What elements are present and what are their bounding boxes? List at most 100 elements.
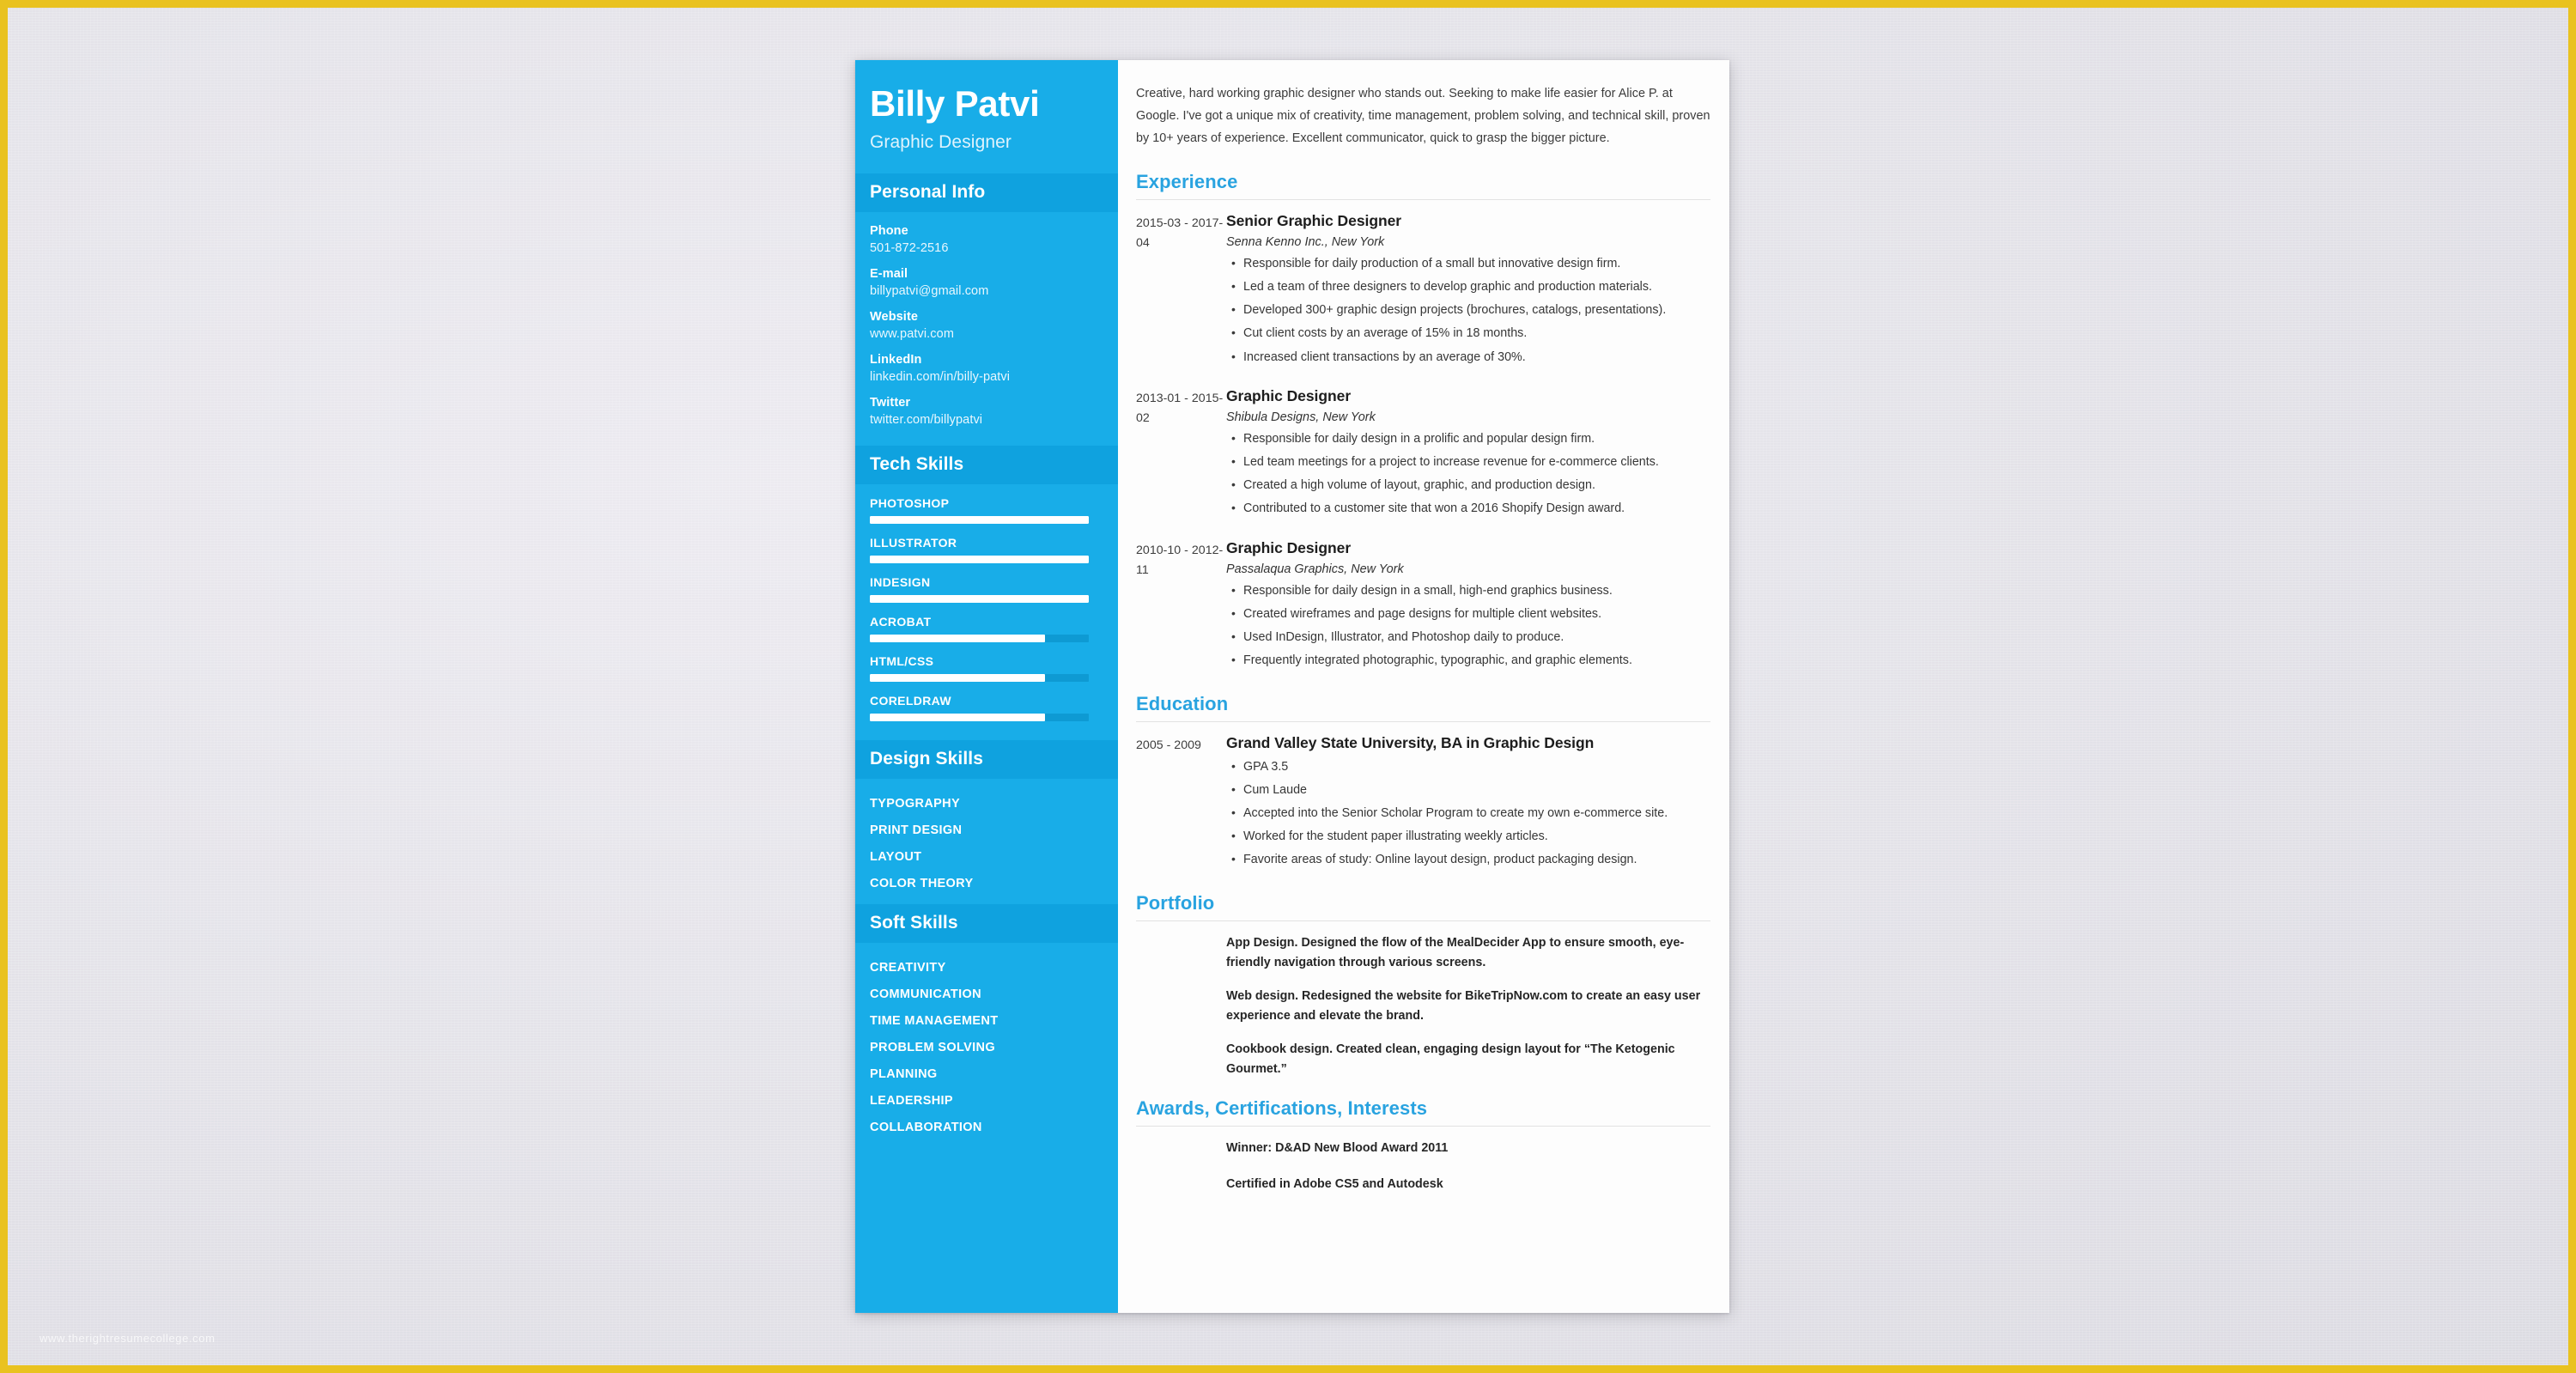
entry-date-spacer [1136,933,1226,973]
skill-bar-fill [870,555,1089,563]
entry-body: Graphic Designer Shibula Designs, New Yo… [1226,387,1710,524]
section-title: Experience [1136,170,1238,192]
bullet-item: Frequently integrated photographic, typo… [1231,651,1710,671]
watermark-text: www.therightresumecollege.com [39,1332,216,1345]
entry-date-spacer [1136,1175,1226,1194]
contact-item-email: E-mail billypatvi@gmail.com [870,267,1089,298]
portfolio-entry: App Design. Designed the flow of the Mea… [1136,933,1710,973]
education-entry: 2005 - 2009 Grand Valley State Universit… [1136,734,1710,875]
experience-entry: 2013-01 - 2015-02 Graphic Designer Shibu… [1136,387,1710,524]
skill-label: ACROBAT [870,614,932,629]
bullet-item: Created wireframes and page designs for … [1231,604,1710,624]
skill-label: ILLUSTRATOR [870,535,957,550]
portfolio-entry: Cookbook design. Created clean, engaging… [1136,1040,1710,1079]
tech-skill-illustrator: ILLUSTRATOR [870,536,1089,563]
entry-date-spacer [1136,987,1226,1026]
tech-skills-list: PHOTOSHOP ILLUSTRATOR INDESIGN ACROBAT H… [855,484,1118,740]
soft-skill-item: COLLABORATION [870,1121,982,1135]
resume-main-column: Creative, hard working graphic designer … [1118,60,1729,1313]
entry-date-spacer [1136,1040,1226,1079]
soft-skill-item: COMMUNICATION [870,987,981,1002]
job-organization: Senna Kenno Inc., New York [1226,234,1385,249]
contact-label: Phone [870,223,908,238]
contact-value[interactable]: 501-872-2516 [870,241,1089,255]
award-text: Winner: D&AD New Blood Award 2011 [1226,1140,1449,1155]
contact-item-linkedin: LinkedIn linkedin.com/in/billy-patvi [870,353,1089,384]
bullet-item: Led a team of three designers to develop… [1231,277,1710,297]
tech-skill-acrobat: ACROBAT [870,615,1089,642]
tech-skill-photoshop: PHOTOSHOP [870,496,1089,524]
sidebar-header: Billy Patvi Graphic Designer [855,60,1118,173]
design-skill-item: PRINT DESIGN [870,823,963,838]
skill-bar-track [870,713,1089,721]
bullet-item: Favorite areas of study: Online layout d… [1231,850,1710,870]
portfolio-entry: Web design. Redesigned the website for B… [1136,987,1710,1026]
section-title: Education [1136,692,1229,714]
section-title: Awards, Certifications, Interests [1136,1097,1428,1119]
candidate-name: Billy Patvi [870,83,1040,124]
portfolio-text: Cookbook design. Created clean, engaging… [1226,1042,1675,1077]
contact-item-phone: Phone 501-872-2516 [870,224,1089,255]
job-organization: Shibula Designs, New York [1226,410,1376,424]
entry-body: Grand Valley State University, BA in Gra… [1226,734,1710,875]
entry-date: 2010-10 - 2012-11 [1136,543,1224,577]
award-entry: Certified in Adobe CS5 and Autodesk [1136,1175,1710,1194]
entry-body: Graphic Designer Passalaqua Graphics, Ne… [1226,539,1710,676]
section-divider [1136,720,1710,722]
design-skill-item: LAYOUT [870,850,922,865]
section-portfolio: Portfolio App Design. Designed the flow … [1136,892,1710,1080]
bullet-item: GPA 3.5 [1231,757,1710,777]
entry-date: 2015-03 - 2017-04 [1136,216,1224,250]
contact-label: LinkedIn [870,352,922,367]
section-heading-personal-info: Personal Info [855,173,1118,212]
contact-item-twitter: Twitter twitter.com/billypatvi [870,396,1089,427]
contact-value[interactable]: twitter.com/billypatvi [870,413,1089,427]
skill-label: INDESIGN [870,574,931,589]
skill-bar-track [870,594,1089,603]
contact-value[interactable]: billypatvi@gmail.com [870,284,1089,298]
entry-body: Senior Graphic Designer Senna Kenno Inc.… [1226,212,1710,372]
section-heading-soft-skills: Soft Skills [855,903,1118,943]
soft-skills-list: CREATIVITY COMMUNICATION TIME MANAGEMENT… [855,943,1118,1148]
bullet-item: Worked for the student paper illustratin… [1231,827,1710,847]
skill-bar-track [870,634,1089,642]
skill-bar-track [870,515,1089,524]
experience-entry: 2015-03 - 2017-04 Senior Graphic Designe… [1136,212,1710,372]
skill-bar-track [870,555,1089,563]
contact-value[interactable]: www.patvi.com [870,327,1089,341]
entry-date: 2013-01 - 2015-02 [1136,391,1224,425]
soft-skill-item: PROBLEM SOLVING [870,1041,995,1055]
job-bullet-list: Responsible for daily production of a sm… [1226,254,1710,368]
skill-bar-fill [870,673,1045,682]
job-title: Senior Graphic Designer [1226,211,1402,229]
bullet-item: Increased client transactions by an aver… [1231,348,1710,368]
soft-skill-item: CREATIVITY [870,961,946,975]
section-education: Education 2005 - 2009 Grand Valley State… [1136,693,1710,875]
job-organization: Passalaqua Graphics, New York [1226,562,1404,576]
job-title: Graphic Designer [1226,538,1352,556]
design-skill-item: COLOR THEORY [870,877,974,891]
skill-label: HTML/CSS [870,653,934,668]
job-bullet-list: Responsible for daily design in a prolif… [1226,429,1710,519]
skill-bar-track [870,673,1089,682]
entry-date-spacer [1136,1139,1226,1158]
contact-label: Twitter [870,395,911,410]
soft-skill-item: PLANNING [870,1067,938,1082]
bullet-item: Cum Laude [1231,781,1710,800]
degree-title: Grand Valley State University, BA in Gra… [1226,733,1595,751]
bullet-item: Responsible for daily production of a sm… [1231,254,1710,274]
bullet-item: Used InDesign, Illustrator, and Photosho… [1231,628,1710,647]
contact-value[interactable]: linkedin.com/in/billy-patvi [870,370,1089,384]
resume-sidebar: Billy Patvi Graphic Designer Personal In… [855,60,1118,1313]
bullet-item: Cut client costs by an average of 15% in… [1231,324,1710,343]
bullet-item: Accepted into the Senior Scholar Program… [1231,804,1710,823]
section-heading-design-skills: Design Skills [855,739,1118,779]
job-title: Graphic Designer [1226,386,1352,404]
skill-bar-fill [870,634,1045,642]
bullet-item: Developed 300+ graphic design projects (… [1231,301,1710,320]
section-divider [1136,920,1710,921]
skill-label: PHOTOSHOP [870,495,950,510]
portfolio-text: App Design. Designed the flow of the Mea… [1226,935,1685,969]
bullet-item: Responsible for daily design in a prolif… [1231,429,1710,449]
section-heading-tech-skills: Tech Skills [855,445,1118,484]
